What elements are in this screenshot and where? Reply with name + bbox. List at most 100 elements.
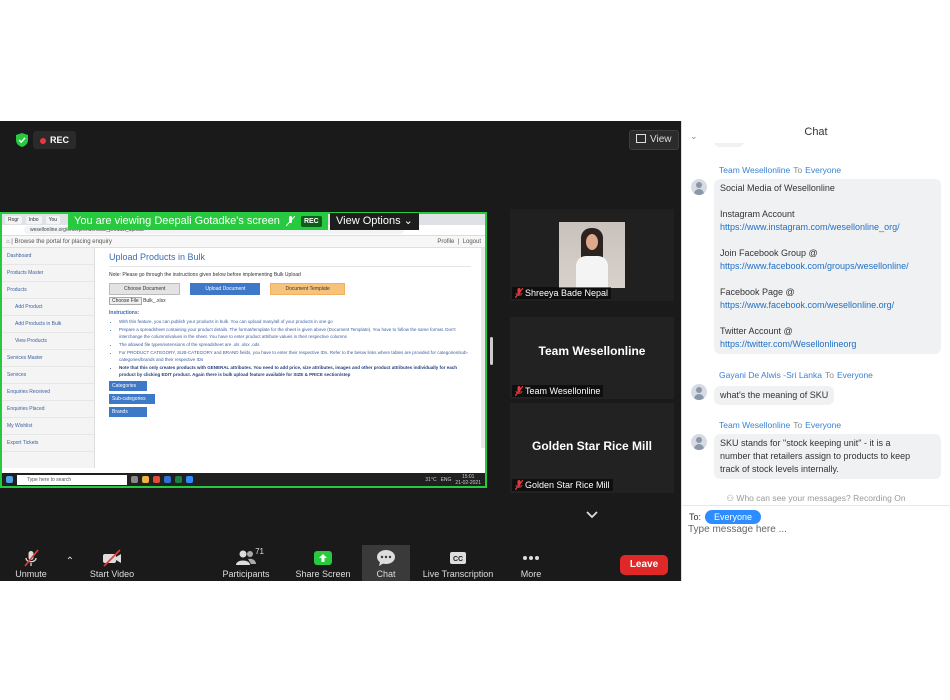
taskbar-weather: 31°C	[425, 476, 437, 483]
participant-tile[interactable]: Golden Star Rice Mill Golden Star Rice M…	[510, 403, 674, 493]
unmute-button[interactable]: Unmute	[14, 549, 48, 579]
participants-button[interactable]: 71 Participants	[220, 547, 272, 579]
brands-link[interactable]: Brands	[109, 407, 147, 417]
more-button[interactable]: More	[514, 549, 548, 579]
message-link[interactable]: https://www.facebook.com/groups/wesellon…	[720, 260, 935, 273]
share-screen-button[interactable]: Share Screen	[294, 549, 352, 579]
chat-button[interactable]: Chat	[365, 549, 407, 579]
chat-messages[interactable]: Team Wesellonline To Everyone Social Media…	[682, 143, 950, 488]
chat-recipient-row: To: Everyone	[689, 510, 762, 524]
encryption-shield-icon[interactable]	[16, 133, 28, 147]
message-to: To	[793, 165, 803, 175]
upload-document-button[interactable]: Upload Document	[190, 283, 261, 295]
taskbar-language: ENG	[440, 476, 452, 483]
page-scrollbar[interactable]	[481, 248, 485, 448]
sidebar-item-services[interactable]: Services	[2, 367, 94, 384]
message-bubble-partial	[714, 143, 744, 147]
sidebar-item-add-products-bulk[interactable]: Add Products in Bulk	[2, 316, 94, 333]
chat-recipient-select[interactable]: Everyone	[705, 510, 762, 524]
view-button[interactable]: View	[629, 130, 679, 150]
file-explorer-icon[interactable]	[142, 476, 149, 483]
participant-name-label: Team Wesellonline	[512, 385, 604, 397]
browser-tab[interactable]: Inbo	[25, 215, 42, 224]
start-video-button[interactable]: Start Video	[88, 549, 136, 579]
chat-divider	[682, 505, 950, 506]
message-line: what's the meaning of SKU	[720, 390, 829, 400]
avatar-body	[694, 189, 704, 195]
share-banner-text: You are viewing Deepali Gotadke's screen	[74, 215, 280, 227]
splitter-handle[interactable]	[490, 337, 493, 365]
browser-tab[interactable]: You	[45, 215, 61, 224]
site-header-links: Profile | Logout	[437, 238, 481, 245]
avatar-head	[696, 182, 702, 188]
chevron-up-icon: ⌃	[65, 556, 75, 567]
instruction-item-bold: Note that this only creates products wit…	[119, 364, 471, 378]
avatar	[691, 179, 707, 195]
message-link[interactable]: https://www.instagram.com/wesellonline_o…	[720, 221, 935, 234]
recording-indicator[interactable]: REC	[33, 131, 77, 149]
message-to: To	[825, 370, 834, 380]
message-line: Twitter Account @	[720, 326, 793, 336]
chat-to-label: To:	[689, 512, 702, 522]
meeting-area: REC View You are viewing Deepali Gotadke…	[0, 121, 681, 581]
participant-tile[interactable]: Shreeya Bade Nepal	[510, 209, 674, 301]
edge-icon[interactable]	[164, 476, 171, 483]
choose-file-button[interactable]: Choose File	[109, 297, 142, 305]
sidebar-item-enquiries-placed[interactable]: Enquiries Placed	[2, 401, 94, 418]
scroll-gallery-down-icon[interactable]	[585, 510, 599, 520]
sub-categories-link[interactable]: Sub-categories	[109, 394, 155, 404]
participant-name-label: Shreeya Bade Nepal	[512, 287, 612, 299]
message-sender[interactable]: Team Wesellonline	[719, 420, 790, 430]
leave-button[interactable]: Leave	[620, 555, 668, 575]
browser-tab[interactable]: Rogr	[5, 215, 22, 224]
sidebar-item-view-products[interactable]: View Products	[2, 333, 94, 350]
audio-options-button[interactable]: ⌃	[62, 556, 78, 567]
categories-link[interactable]: Categories	[109, 381, 147, 391]
choose-document-button[interactable]: Choose Document	[109, 283, 181, 295]
sidebar-item-products-master[interactable]: Products Master	[2, 265, 94, 282]
message-link[interactable]: https://twitter.com/Wesellonlineorg	[720, 338, 935, 351]
avatar-head	[696, 387, 702, 393]
microphone-off-icon	[24, 549, 39, 567]
excel-icon[interactable]	[175, 476, 182, 483]
document-template-button[interactable]: Document Template	[270, 283, 345, 295]
sidebar-item-enquiries-received[interactable]: Enquiries Received	[2, 384, 94, 401]
chrome-icon[interactable]	[153, 476, 160, 483]
participant-tile[interactable]: Team Wesellonline Team Wesellonline	[510, 317, 674, 399]
site-sidebar: Dashboard Products Master Products Add P…	[2, 248, 95, 468]
participant-name: Shreeya Bade Nepal	[525, 288, 609, 298]
chat-privacy-notice[interactable]: ⚇ Who can see your messages? Recording O…	[682, 493, 950, 504]
zoom-window: REC View You are viewing Deepali Gotadke…	[0, 121, 950, 581]
home-icon: ⌂	[6, 238, 10, 245]
windows-start-icon[interactable]	[6, 476, 13, 483]
logout-link[interactable]: Logout	[463, 239, 481, 245]
site-header-title: ⌂ | Browse the portal for placing enquir…	[6, 238, 112, 245]
taskbar-search[interactable]: Type here to search	[17, 474, 127, 485]
profile-link[interactable]: Profile	[437, 239, 454, 245]
message-link[interactable]: https://www.facebook.com/wesellonline.or…	[720, 299, 935, 312]
taskbar-tray: 31°C ENG 15:01 21-02-2021	[425, 474, 485, 486]
live-transcription-button[interactable]: CC Live Transcription	[420, 549, 496, 579]
sidebar-item-services-master[interactable]: Services Master	[2, 350, 94, 367]
sidebar-item-export-tickets[interactable]: Export Tickets	[2, 435, 94, 452]
message-line: number that retailers assign to products…	[720, 451, 911, 461]
zoom-app-icon[interactable]	[186, 476, 193, 483]
message-recipient: Everyone	[805, 420, 842, 430]
message-sender[interactable]: Gayani De Alwis -Sri Lanka	[719, 370, 822, 380]
share-screen-icon	[314, 551, 332, 565]
sidebar-item-wishlist[interactable]: My Wishlist	[2, 418, 94, 435]
participants-count: 71	[255, 547, 264, 556]
page-title: Upload Products in Bulk	[109, 252, 471, 267]
participant-name: Team Wesellonline	[525, 386, 601, 396]
chat-message-input[interactable]	[688, 524, 938, 535]
file-input[interactable]: Choose File Bulk_.xlsx	[109, 297, 471, 305]
message-bubble: what's the meaning of SKU	[714, 386, 835, 405]
message-sender[interactable]: Team Wesellonline	[719, 165, 790, 175]
task-view-icon[interactable]	[131, 476, 138, 483]
sidebar-item-products[interactable]: Products	[2, 282, 94, 299]
sidebar-item-dashboard[interactable]: Dashboard	[2, 248, 94, 265]
view-options-button[interactable]: View Options ⌄	[330, 213, 419, 230]
message-line: SKU stands for "stock keeping unit" - it…	[720, 438, 891, 448]
site-tagline: Browse the portal for placing enquiry	[14, 238, 112, 245]
sidebar-item-add-product[interactable]: Add Product	[2, 299, 94, 316]
